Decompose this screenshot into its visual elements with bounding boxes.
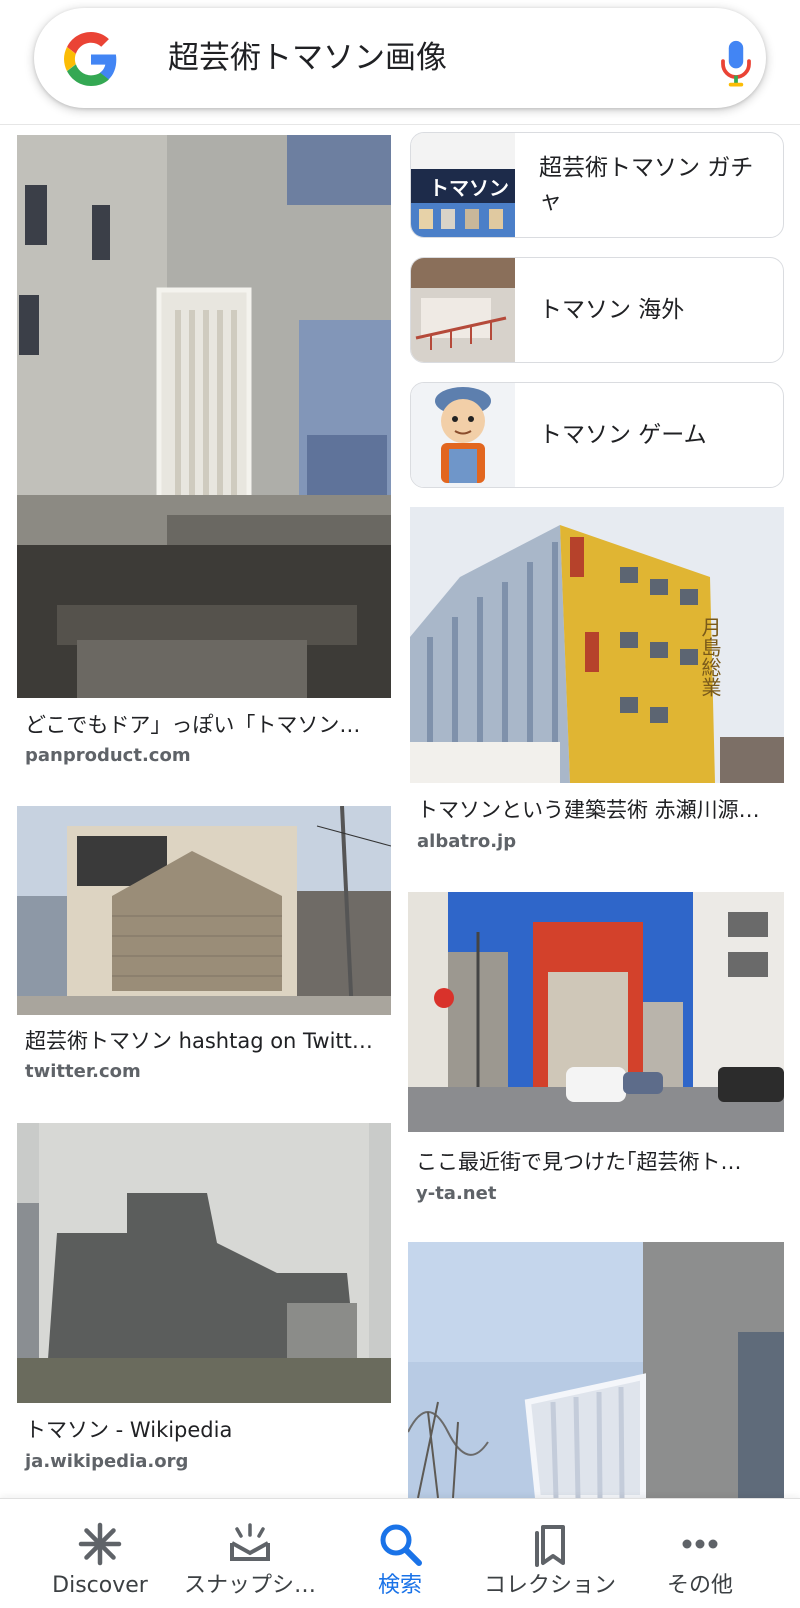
snapshot-icon	[230, 1523, 270, 1561]
nav-search[interactable]: 検索	[325, 1499, 475, 1608]
related-label: 超芸術トマソン ガチャ	[539, 155, 754, 214]
search-query[interactable]: 超芸術トマソン画像	[168, 36, 447, 80]
related-search-overseas[interactable]: トマソン 海外	[410, 257, 784, 363]
nav-label: 検索	[377, 1573, 422, 1598]
result-source: panproduct.com	[25, 745, 191, 766]
result-title[interactable]: トマソンという建築芸術 赤瀬川源…	[417, 796, 779, 824]
result-image-door[interactable]	[17, 135, 391, 698]
bottom-navigation: Discover スナップシ… 検索 コレクション その他	[0, 1498, 800, 1608]
result-title[interactable]: 超芸術トマソン hashtag on Twitt…	[25, 1027, 385, 1055]
asterisk-icon	[78, 1522, 122, 1566]
related-thumb: トマソン	[411, 133, 515, 237]
result-source: twitter.com	[25, 1061, 141, 1082]
result-image-wall-shadow[interactable]	[17, 1123, 391, 1403]
result-title[interactable]: ここ最近街で見つけた｢超芸術ト…	[416, 1148, 778, 1176]
search-icon	[380, 1524, 422, 1566]
header-divider	[0, 124, 800, 125]
related-label: トマソン 海外	[539, 296, 685, 323]
nav-snapshot[interactable]: スナップシ…	[175, 1499, 325, 1608]
result-image-gate[interactable]	[408, 1242, 784, 1498]
related-thumb	[411, 383, 515, 487]
result-image-building-wall[interactable]	[17, 806, 391, 1015]
related-search-game[interactable]: トマソン ゲーム	[410, 382, 784, 488]
result-source: albatro.jp	[417, 831, 517, 852]
building-sign: 月島総業	[698, 617, 722, 697]
result-source: y-ta.net	[416, 1183, 497, 1204]
nav-label: Discover	[52, 1573, 148, 1598]
gacha-logo-text: トマソン	[429, 176, 509, 200]
result-title[interactable]: どこでもドア」っぽい「トマソン…	[25, 711, 385, 739]
result-source: ja.wikipedia.org	[25, 1451, 189, 1472]
search-bar[interactable]: 超芸術トマソン画像	[34, 8, 766, 108]
collections-icon	[535, 1525, 565, 1567]
mic-icon[interactable]	[718, 38, 754, 90]
result-image-street[interactable]	[408, 892, 784, 1132]
nav-label: スナップシ…	[183, 1573, 316, 1598]
result-image-yellow-building[interactable]: 月島総業	[410, 507, 784, 783]
related-thumb	[411, 258, 515, 362]
nav-label: コレクション	[483, 1573, 616, 1598]
nav-more[interactable]: その他	[625, 1499, 775, 1608]
nav-collections[interactable]: コレクション	[475, 1499, 625, 1608]
result-title[interactable]: トマソン - Wikipedia	[25, 1416, 385, 1444]
related-search-gacha[interactable]: トマソン 超芸術トマソン ガチャ	[410, 132, 784, 238]
more-icon	[682, 1539, 718, 1549]
related-label: トマソン ゲーム	[539, 421, 707, 448]
google-g-icon	[64, 32, 117, 86]
nav-label: その他	[666, 1573, 733, 1598]
nav-discover[interactable]: Discover	[25, 1499, 175, 1608]
